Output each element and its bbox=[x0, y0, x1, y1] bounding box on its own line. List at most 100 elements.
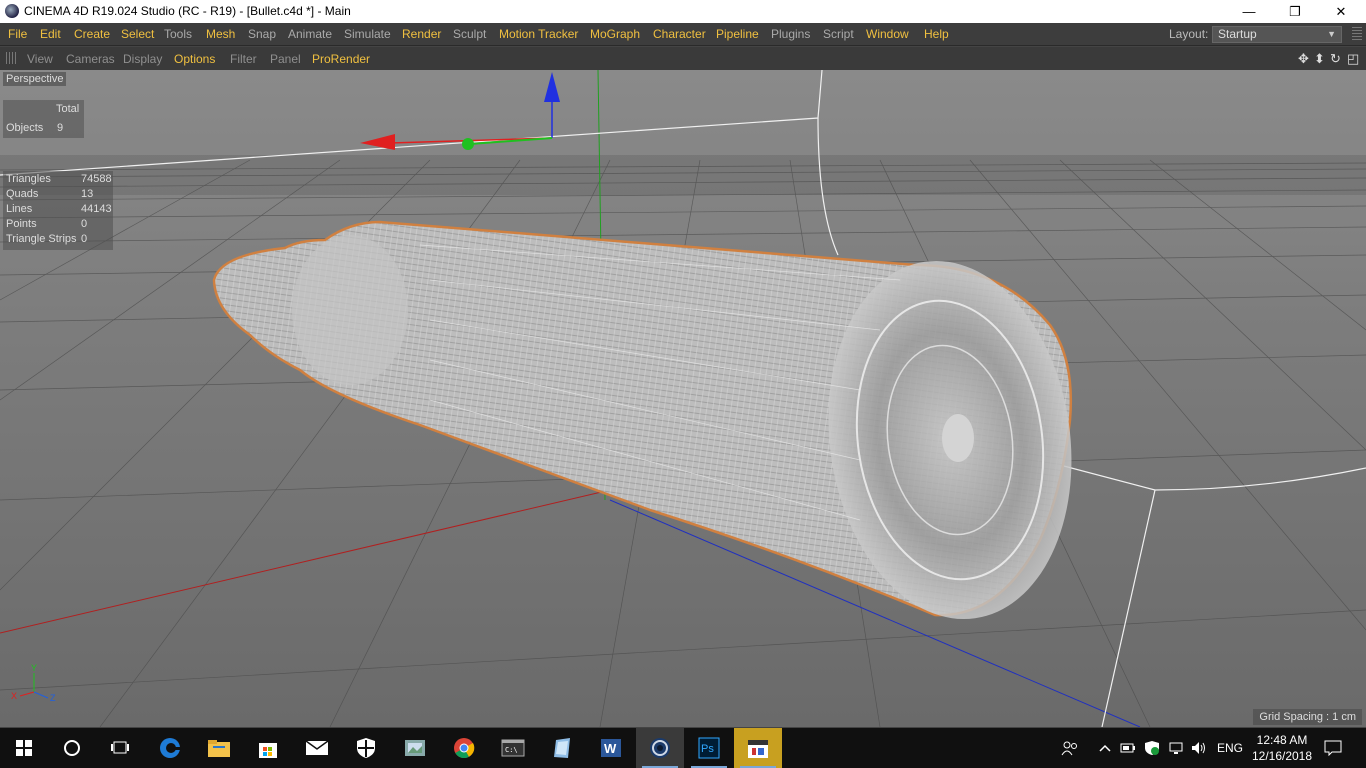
search-button[interactable] bbox=[48, 728, 96, 768]
network-tray-button[interactable] bbox=[1166, 728, 1186, 768]
menu-file[interactable]: File bbox=[8, 27, 27, 41]
language-indicator[interactable]: ENG bbox=[1214, 728, 1246, 768]
axis-z-label: Z bbox=[50, 693, 56, 703]
people-tray-button[interactable] bbox=[1057, 728, 1083, 768]
notification-icon bbox=[1324, 740, 1342, 756]
toggle-view-icon[interactable]: ◰ bbox=[1347, 51, 1359, 67]
maximize-button[interactable]: ❐ bbox=[1272, 0, 1318, 23]
zoom-view-icon[interactable]: ⬍ bbox=[1314, 51, 1325, 67]
word-taskbar-button[interactable]: W bbox=[587, 728, 635, 768]
chrome-icon bbox=[454, 738, 475, 759]
menu-simulate[interactable]: Simulate bbox=[344, 27, 391, 41]
menu-pipeline[interactable]: Pipeline bbox=[716, 27, 759, 41]
svg-text:W: W bbox=[604, 741, 617, 756]
menu-edit[interactable]: Edit bbox=[40, 27, 61, 41]
axis-y-label: Y bbox=[31, 663, 37, 673]
cinema4d-taskbar-button[interactable] bbox=[636, 728, 684, 768]
menu-window[interactable]: Window bbox=[866, 27, 909, 41]
rotate-view-icon[interactable]: ↻ bbox=[1330, 51, 1341, 67]
action-center-button[interactable] bbox=[1320, 728, 1346, 768]
menu-plugins[interactable]: Plugins bbox=[771, 27, 810, 41]
cinema4d-app-icon bbox=[5, 4, 19, 18]
menu-tools[interactable]: Tools bbox=[164, 27, 192, 41]
close-button[interactable]: ✕ bbox=[1318, 0, 1364, 23]
bullet-mesh[interactable] bbox=[212, 220, 1094, 635]
vp-menu-panel[interactable]: Panel bbox=[270, 52, 301, 66]
layout-value: Startup bbox=[1218, 27, 1257, 41]
menu-sculpt[interactable]: Sculpt bbox=[453, 27, 486, 41]
stats-header: Total bbox=[56, 103, 80, 115]
viewport-canvas: Y X Z bbox=[0, 70, 1366, 727]
minimize-button[interactable]: — bbox=[1226, 0, 1272, 23]
objects-value: 9 bbox=[57, 122, 64, 134]
vp-menu-options[interactable]: Options bbox=[174, 52, 215, 66]
terminal-icon: C:\ bbox=[501, 739, 525, 757]
edge-icon bbox=[160, 738, 181, 758]
security-tray-button[interactable] bbox=[1142, 728, 1162, 768]
vp-menu-view[interactable]: View bbox=[27, 52, 53, 66]
speaker-icon bbox=[1192, 742, 1205, 754]
mail-taskbar-button[interactable] bbox=[293, 728, 341, 768]
edge-taskbar-button[interactable] bbox=[146, 728, 194, 768]
points-label: Points bbox=[6, 218, 37, 230]
windows-taskbar: C:\ W Ps ENG 12:48 AM 12/16/2018 bbox=[0, 728, 1366, 768]
move-view-icon[interactable]: ✥ bbox=[1298, 51, 1309, 67]
search-circle-icon bbox=[64, 740, 80, 756]
triangles-value: 74588 bbox=[81, 173, 112, 185]
power-tray-button[interactable] bbox=[1118, 728, 1138, 768]
media-app-taskbar-button[interactable] bbox=[734, 728, 782, 768]
task-view-button[interactable] bbox=[96, 728, 144, 768]
clock-date: 12/16/2018 bbox=[1251, 749, 1313, 763]
notepad-icon bbox=[554, 738, 570, 758]
vp-menu-cameras[interactable]: Cameras bbox=[66, 52, 115, 66]
taskbar-clock[interactable]: 12:48 AM 12/16/2018 bbox=[1247, 732, 1317, 764]
menu-create[interactable]: Create bbox=[74, 27, 110, 41]
menu-motion-tracker[interactable]: Motion Tracker bbox=[499, 27, 578, 41]
lines-value: 44143 bbox=[81, 203, 112, 215]
image-viewer-taskbar-button[interactable] bbox=[391, 728, 439, 768]
windows-logo-icon bbox=[16, 740, 32, 756]
menu-character[interactable]: Character bbox=[653, 27, 706, 41]
vp-menu-filter[interactable]: Filter bbox=[230, 52, 257, 66]
perspective-viewport[interactable]: Y X Z Perspective Total Objects 9 Triang… bbox=[0, 70, 1366, 727]
shield-icon bbox=[357, 738, 375, 758]
vp-menu-display[interactable]: Display bbox=[123, 52, 162, 66]
layout-label: Layout: bbox=[1169, 27, 1209, 41]
security-taskbar-button[interactable] bbox=[342, 728, 390, 768]
menu-snap[interactable]: Snap bbox=[248, 27, 276, 41]
terminal-taskbar-button[interactable]: C:\ bbox=[489, 728, 537, 768]
chrome-taskbar-button[interactable] bbox=[440, 728, 488, 768]
svg-text:Ps: Ps bbox=[701, 743, 714, 755]
task-view-icon bbox=[111, 741, 129, 754]
main-menu-bar: File Edit Create Select Tools Mesh Snap … bbox=[0, 23, 1366, 46]
photoshop-taskbar-button[interactable]: Ps bbox=[685, 728, 733, 768]
notes-taskbar-button[interactable] bbox=[538, 728, 586, 768]
layout-dropdown[interactable]: Startup ▼ bbox=[1212, 26, 1342, 43]
camera-label: Perspective bbox=[3, 72, 67, 86]
menu-select[interactable]: Select bbox=[121, 27, 154, 41]
menu-grip-icon bbox=[1352, 27, 1362, 41]
axis-x-label: X bbox=[11, 691, 17, 701]
folder-icon bbox=[208, 740, 230, 757]
file-explorer-taskbar-button[interactable] bbox=[195, 728, 243, 768]
lines-label: Lines bbox=[6, 203, 33, 215]
media-clapper-icon bbox=[748, 740, 768, 758]
mail-icon bbox=[305, 740, 329, 755]
store-taskbar-button[interactable] bbox=[244, 728, 292, 768]
show-hidden-icons-button[interactable] bbox=[1095, 728, 1115, 768]
menu-script[interactable]: Script bbox=[823, 27, 854, 41]
menu-mesh[interactable]: Mesh bbox=[206, 27, 235, 41]
menu-render[interactable]: Render bbox=[402, 27, 441, 41]
vp-menu-prorender[interactable]: ProRender bbox=[312, 52, 370, 66]
menu-animate[interactable]: Animate bbox=[288, 27, 332, 41]
points-value: 0 bbox=[81, 218, 88, 230]
menu-mograph[interactable]: MoGraph bbox=[590, 27, 640, 41]
axis-indicator: Y X Z bbox=[11, 663, 56, 703]
menu-help[interactable]: Help bbox=[924, 27, 949, 41]
volume-tray-button[interactable] bbox=[1189, 728, 1209, 768]
viewport-grip-icon bbox=[6, 52, 18, 64]
transform-gizmo[interactable] bbox=[360, 72, 560, 150]
word-icon: W bbox=[601, 739, 621, 757]
start-button[interactable] bbox=[0, 728, 48, 768]
mesh-stats-panel: Triangles 74588 Quads 13 Lines 44143 Points… bbox=[3, 171, 113, 250]
